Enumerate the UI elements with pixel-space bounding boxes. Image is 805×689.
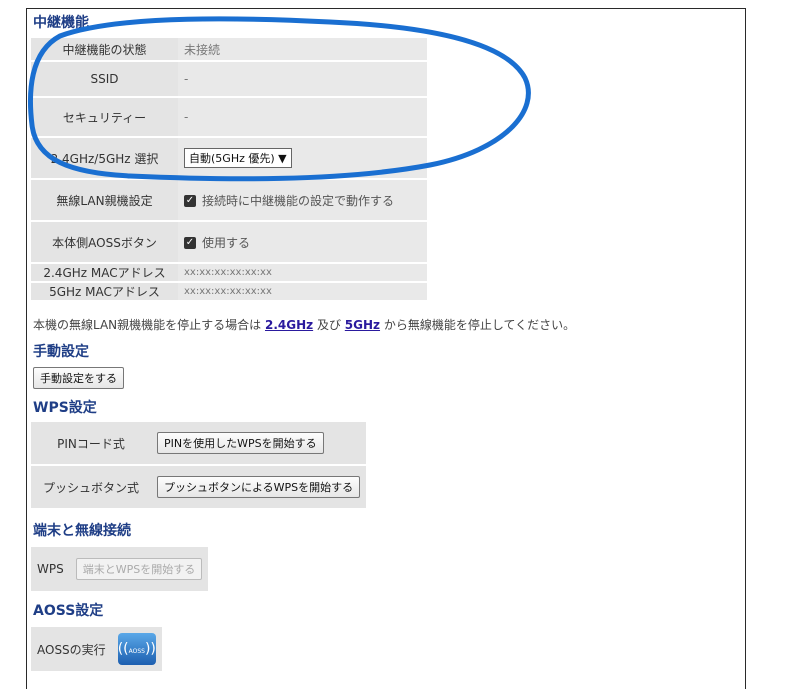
annotation-circle — [28, 16, 531, 182]
annotation-overlay — [28, 16, 531, 182]
